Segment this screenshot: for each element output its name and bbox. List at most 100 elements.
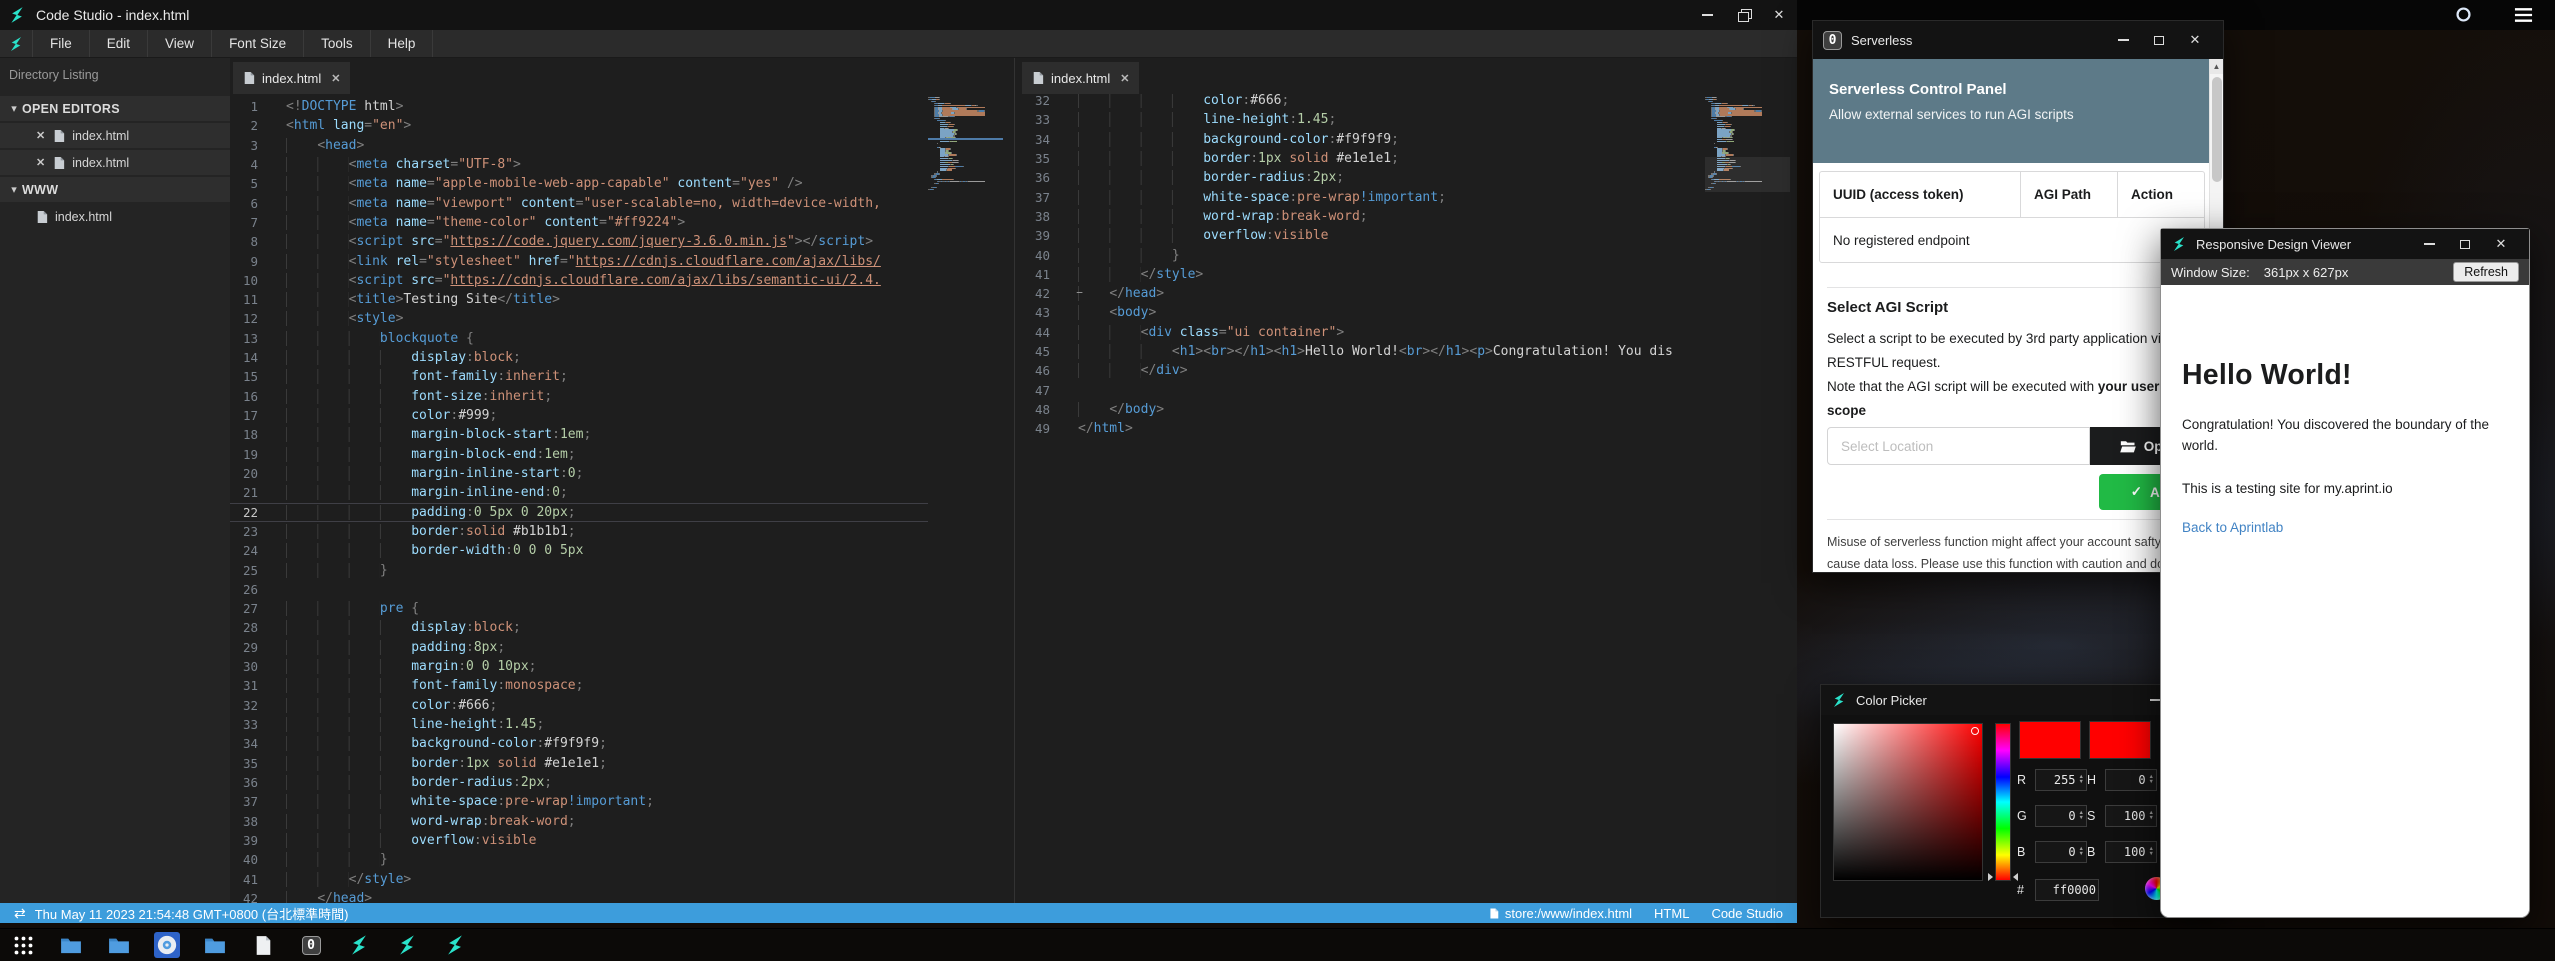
divider (1827, 287, 2195, 288)
stepper-icon[interactable]: ▲▼ (2149, 811, 2154, 821)
taskbar-folder-button[interactable] (202, 932, 228, 958)
minimap-left[interactable] (928, 97, 1003, 190)
editor-right[interactable]: 32 color:#666;33 line-height:1.45;34 bac… (1022, 94, 1705, 903)
refresh-button[interactable]: Refresh (2453, 262, 2519, 282)
stepper-icon[interactable]: ▲▼ (2079, 775, 2084, 785)
window-size-label: Window Size: (2171, 265, 2250, 280)
status-circle-icon[interactable] (2455, 6, 2472, 23)
serverless-icon: 0 (302, 936, 321, 955)
taskbar-app-grid-button[interactable] (10, 932, 36, 958)
code-line-18: 18 margin-block-start:1em; (230, 425, 928, 444)
stepper-icon[interactable]: ▲▼ (2149, 847, 2154, 857)
rgb-r-field-input[interactable]: 255 (2040, 773, 2076, 787)
menu-edit[interactable]: Edit (90, 30, 148, 57)
close-button[interactable]: ✕ (1761, 2, 1797, 28)
taskbar-serverless-button[interactable]: 0 (298, 932, 324, 958)
tab-index-html-right[interactable]: index.html ✕ (1022, 62, 1139, 94)
hex-label: # (2017, 883, 2029, 897)
code-line-41: 41 </style> (1022, 265, 1705, 284)
minimize-button[interactable] (2105, 27, 2141, 53)
rgb-g-field-input[interactable]: 0 (2040, 809, 2076, 823)
scroll-up-icon[interactable]: ▲ (2210, 59, 2223, 74)
sidebar-header: Directory Listing (0, 58, 230, 82)
sidebar-section-www[interactable]: ▾WWW (0, 177, 230, 202)
rgb-b-field-input[interactable]: 0 (2040, 845, 2076, 859)
tab-label: index.html (262, 71, 321, 86)
code-line-14: 14 display:block; (230, 348, 928, 367)
minimap-right[interactable] (1705, 97, 1790, 190)
menu-tools[interactable]: Tools (304, 30, 371, 57)
code-line-34: 34 background-color:#f9f9f9; (1022, 130, 1705, 149)
hex-value-input[interactable]: ff0000 (2040, 883, 2096, 897)
title-bar[interactable]: Code Studio - index.html ✕ (0, 0, 1797, 30)
title-bar[interactable]: 0 Serverless ✕ (1813, 21, 2223, 59)
gradient-cursor[interactable] (1971, 727, 1979, 735)
title-bar[interactable]: Responsive Design Viewer ✕ (2161, 229, 2529, 259)
close-button[interactable]: ✕ (2483, 231, 2519, 257)
hsb-s-field-input[interactable]: 100 (2110, 809, 2146, 823)
minimize-button[interactable] (1689, 2, 1725, 28)
hsb-h-field: H0▲▼ (2087, 769, 2157, 791)
status-language[interactable]: HTML (1654, 906, 1689, 921)
hsb-h-field-input[interactable]: 0 (2110, 773, 2146, 787)
taskbar-code-studio-button[interactable] (394, 932, 420, 958)
hsb-b-field-input[interactable]: 100 (2110, 845, 2146, 859)
back-link[interactable]: Back to Aprintlab (2182, 520, 2283, 535)
close-icon[interactable]: ✕ (36, 156, 45, 169)
close-button[interactable]: ✕ (2177, 27, 2213, 53)
agi-location-input[interactable] (1827, 427, 2090, 465)
serverless-icon: 0 (1823, 31, 1842, 50)
scrollbar-thumb[interactable] (2212, 77, 2222, 182)
window-title: Color Picker (1856, 693, 1927, 708)
taskbar-code-studio-button[interactable] (442, 932, 468, 958)
stepper-icon[interactable]: ▲▼ (2149, 775, 2154, 785)
close-icon[interactable]: ✕ (331, 72, 340, 85)
taskbar-folder-button[interactable] (58, 932, 84, 958)
code-studio-logo-icon (0, 30, 33, 57)
code-line-16: 16 font-size:inherit; (230, 387, 928, 406)
maximize-button[interactable] (2141, 27, 2177, 53)
taskbar: 0 (0, 928, 2555, 961)
taskbar-folder-button[interactable] (106, 932, 132, 958)
code-line-39: 39 overflow:visible (1022, 226, 1705, 245)
window-size-value: 361px x 627px (2264, 265, 2349, 280)
taskbar-document-button[interactable] (250, 932, 276, 958)
code-line-8: 8 <script src="https://code.jquery.com/j… (230, 232, 928, 251)
code-line-27: 27 pre { (230, 599, 928, 618)
tab-label: index.html (1051, 71, 1110, 86)
menu-view[interactable]: View (148, 30, 212, 57)
fold-icon[interactable]: − (1074, 288, 1085, 299)
tab-index-html-left[interactable]: index.html ✕ (233, 62, 350, 94)
minimap-cursor-line (928, 138, 1003, 140)
sidebar-file-item[interactable]: index.html (0, 204, 230, 229)
code-line-43: 43 <body> (1022, 303, 1705, 322)
minimap-viewport[interactable] (1705, 157, 1790, 192)
status-file[interactable]: store:/www/index.html (1489, 906, 1632, 921)
table-header-uuid-access-token-: UUID (access token) (1820, 172, 2020, 217)
maximize-button[interactable] (2447, 231, 2483, 257)
stepper-icon[interactable]: ▲▼ (2079, 847, 2084, 857)
code-line-23: 23 border:solid #b1b1b1; (230, 522, 928, 541)
hue-marker-icon[interactable] (1988, 873, 1993, 881)
saturation-gradient[interactable] (1833, 723, 1983, 881)
code-studio-logo-icon (8, 6, 26, 24)
minimize-button[interactable] (2411, 231, 2447, 257)
sidebar-file-item[interactable]: ✕index.html (0, 123, 230, 148)
sidebar-file-item[interactable]: ✕index.html (0, 150, 230, 175)
page-heading: Hello World! (2182, 359, 2508, 392)
menu-font-size[interactable]: Font Size (212, 30, 304, 57)
file-icon (1489, 907, 1499, 920)
restore-button[interactable] (1725, 2, 1761, 28)
hue-slider[interactable] (1995, 723, 2011, 881)
menu-help[interactable]: Help (371, 30, 434, 57)
taskbar-code-studio-button[interactable] (346, 932, 372, 958)
close-icon[interactable]: ✕ (36, 129, 45, 142)
taskbar-disc-button[interactable] (154, 932, 180, 958)
stepper-icon[interactable]: ▲▼ (2079, 811, 2084, 821)
close-icon[interactable]: ✕ (1120, 72, 1129, 85)
sync-icon[interactable]: ⇄ (14, 905, 26, 922)
editor-left[interactable]: 1<!DOCTYPE html>2<html lang="en">3 <head… (230, 97, 928, 908)
sidebar-section-open-editors[interactable]: ▾OPEN EDITORS (0, 96, 230, 121)
menu-file[interactable]: File (33, 30, 90, 57)
hamburger-menu-icon[interactable] (2514, 7, 2533, 23)
